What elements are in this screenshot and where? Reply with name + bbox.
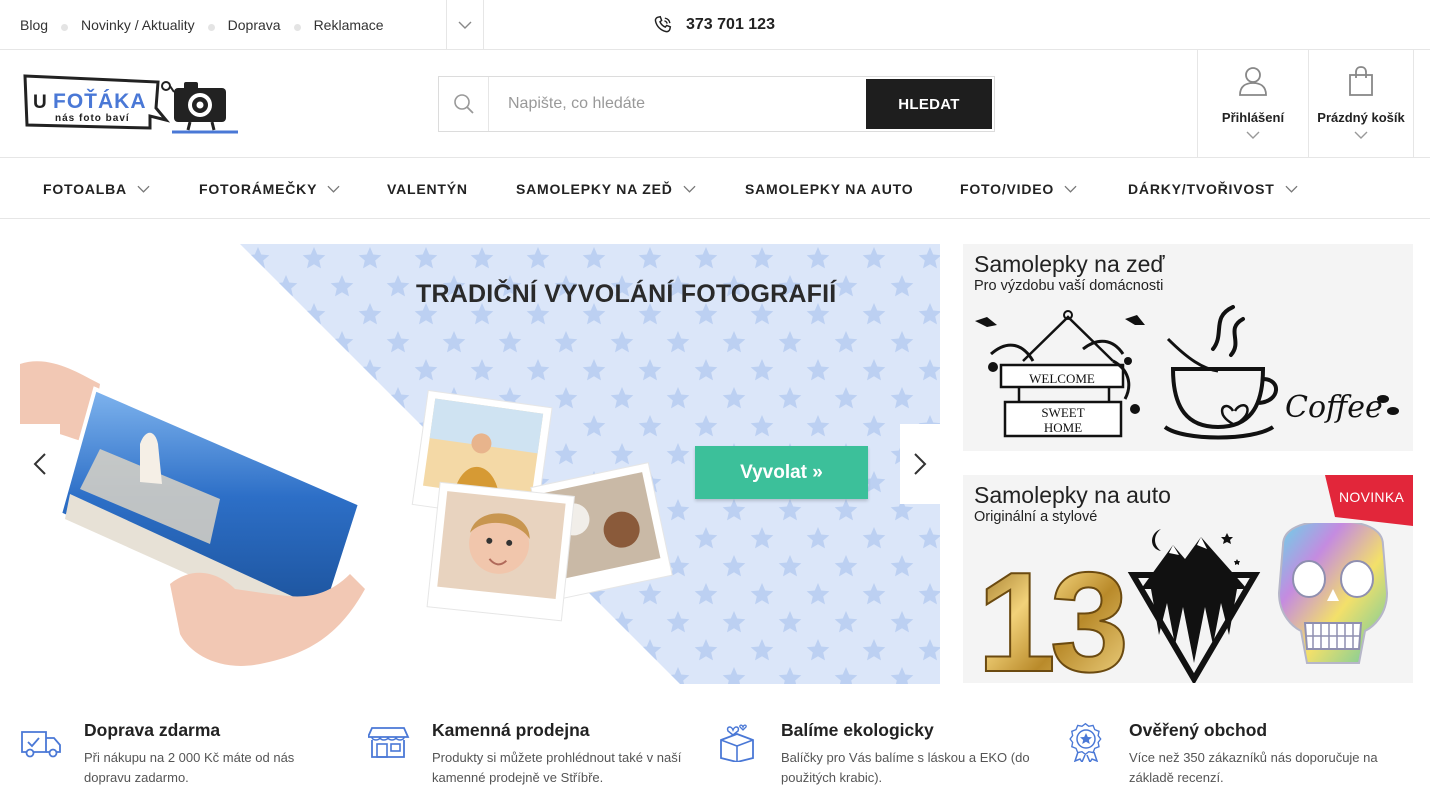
nav-item-foto-video[interactable]: FOTO/VIDEO (960, 159, 1077, 219)
chevron-down-icon (327, 185, 340, 193)
top-link-blog[interactable]: Blog (20, 17, 48, 33)
wall-stickers-image: WELCOME SWEET HOME Coffee (975, 305, 1399, 440)
nav-label: VALENTÝN (387, 181, 468, 197)
search-input[interactable] (490, 78, 865, 130)
site-header: U FOŤÁKA nás foto baví HLEDAT Přihlášení… (0, 50, 1430, 158)
car-stickers-title: Samolepky na auto (974, 482, 1171, 508)
top-links: Blog Novinky / Aktuality Doprava Reklama… (20, 0, 384, 50)
logo-tagline: nás foto baví (55, 113, 130, 124)
feature-title: Balíme ekologicky (781, 720, 934, 740)
wall-stickers-banner[interactable]: Samolepky na zeď Pro výzdobu vaší domácn… (963, 244, 1413, 451)
feature-title: Ověřený obchod (1129, 720, 1268, 740)
car-stickers-banner[interactable]: Samolepky na auto Originální a stylové N… (963, 475, 1413, 683)
chevron-left-icon (33, 453, 46, 475)
feature-description: Více než 350 zákazníků nás doporučuje na… (1129, 750, 1378, 785)
chevron-down-icon (1285, 185, 1298, 193)
chevron-down-icon (137, 185, 150, 193)
nav-item-fotoalba[interactable]: FOTOALBA (43, 159, 150, 219)
chevron-down-icon (1064, 185, 1077, 193)
nav-label: FOTOALBA (43, 181, 127, 197)
chevron-down-icon (1354, 131, 1368, 139)
chevron-down-icon (1246, 131, 1260, 139)
nav-label: FOTORÁMEČKY (199, 181, 318, 197)
wall-stickers-subtitle: Pro výzdobu vaší domácnosti (974, 278, 1164, 294)
feature-description: Produkty si můžete prohlédnout také v na… (432, 750, 682, 785)
sign-welcome: WELCOME (1029, 371, 1095, 386)
hero-slider[interactable]: TRADIČNÍ VYVOLÁNÍ FOTOGRAFIÍ Vyvolat » (20, 244, 940, 684)
feature-eco-packaging: Balíme ekologicky Balíčky pro Vás balíme… (717, 720, 1047, 800)
nav-item-samolepky-na-auto[interactable]: SAMOLEPKY NA AUTO (745, 159, 913, 219)
eco-box-icon (720, 724, 754, 762)
feature-title: Kamenná prodejna (432, 720, 590, 740)
chevron-down-icon (683, 185, 696, 193)
new-badge: NOVINKA (1325, 475, 1413, 526)
top-bar: Blog Novinky / Aktuality Doprava Reklama… (0, 0, 1430, 50)
main-navigation: FOTOALBA FOTORÁMEČKY VALENTÝN SAMOLEPKY … (0, 159, 1430, 219)
nav-item-valentyn[interactable]: VALENTÝN (387, 159, 468, 219)
feature-free-shipping: Doprava zdarma Při nákupu na 2 000 Kč má… (20, 720, 350, 800)
top-links-more-button[interactable] (446, 0, 484, 50)
slider-next-button[interactable] (900, 424, 940, 504)
delivery-truck-icon (21, 731, 61, 758)
separator-dot (207, 23, 215, 31)
wall-stickers-title: Samolepky na zeď (974, 251, 1165, 277)
nav-item-darky-tvorivost[interactable]: DÁRKY/TVOŘIVOST (1128, 159, 1298, 219)
nav-item-fotoramecky[interactable]: FOTORÁMEČKY (199, 159, 340, 219)
phone-contact[interactable]: 373 701 123 (652, 0, 775, 50)
feature-title: Doprava zdarma (84, 720, 221, 740)
phone-number: 373 701 123 (686, 16, 775, 33)
cart-button[interactable]: Prázdný košík (1308, 50, 1414, 158)
site-logo[interactable]: U FOŤÁKA nás foto baví (22, 72, 242, 136)
new-badge-label: NOVINKA (1339, 489, 1405, 505)
award-badge-icon (1069, 722, 1102, 762)
slider-prev-button[interactable] (20, 424, 60, 504)
top-link-news[interactable]: Novinky / Aktuality (81, 17, 195, 33)
hero-cta-button[interactable]: Vyvolat » (695, 446, 868, 499)
sign-sweet: SWEET (1041, 405, 1084, 420)
feature-description: Při nákupu na 2 000 Kč máte od nás dopra… (84, 750, 295, 785)
store-icon (368, 727, 410, 758)
search-button[interactable]: HLEDAT (866, 79, 992, 129)
phone-icon (654, 15, 672, 33)
sign-home: HOME (1044, 420, 1082, 435)
search-box: HLEDAT (438, 76, 995, 132)
nav-label: SAMOLEPKY NA AUTO (745, 181, 914, 197)
nav-item-samolepky-na-zed[interactable]: SAMOLEPKY NA ZEĎ (516, 159, 696, 219)
feature-description: Balíčky pro Vás balíme s láskou a EKO (d… (781, 750, 1030, 785)
top-link-shipping[interactable]: Doprava (228, 17, 281, 33)
coffee-text: Coffee (1285, 390, 1383, 425)
cart-label: Prázdný košík (1317, 110, 1405, 125)
login-label: Přihlášení (1221, 110, 1285, 125)
chevron-down-icon (458, 21, 472, 29)
nav-label: SAMOLEPKY NA ZEĎ (516, 181, 673, 197)
car-stickers-image: 13 (976, 523, 1389, 683)
search-icon (453, 94, 474, 114)
feature-verified-shop: Ověřený obchod Více než 350 zákazníků ná… (1065, 720, 1410, 800)
logo-brand: FOŤÁKA (53, 89, 147, 113)
search-icon-box (439, 77, 489, 131)
logo-u: U (33, 92, 47, 113)
user-icon (1239, 67, 1267, 96)
hero-photo-print (20, 361, 365, 666)
separator-dot (293, 23, 301, 31)
chevron-right-icon (914, 453, 927, 475)
feature-store: Kamenná prodejna Produkty si můžete proh… (368, 720, 698, 800)
separator-dot (61, 23, 69, 31)
nav-label: DÁRKY/TVOŘIVOST (1128, 181, 1275, 197)
nav-label: FOTO/VIDEO (960, 181, 1055, 197)
shopping-bag-icon (1349, 66, 1373, 96)
top-link-complaints[interactable]: Reklamace (314, 17, 384, 33)
login-button[interactable]: Přihlášení (1197, 50, 1308, 158)
hero-title: TRADIČNÍ VYVOLÁNÍ FOTOGRAFIÍ (416, 280, 837, 308)
number-sticker: 13 (977, 543, 1124, 683)
